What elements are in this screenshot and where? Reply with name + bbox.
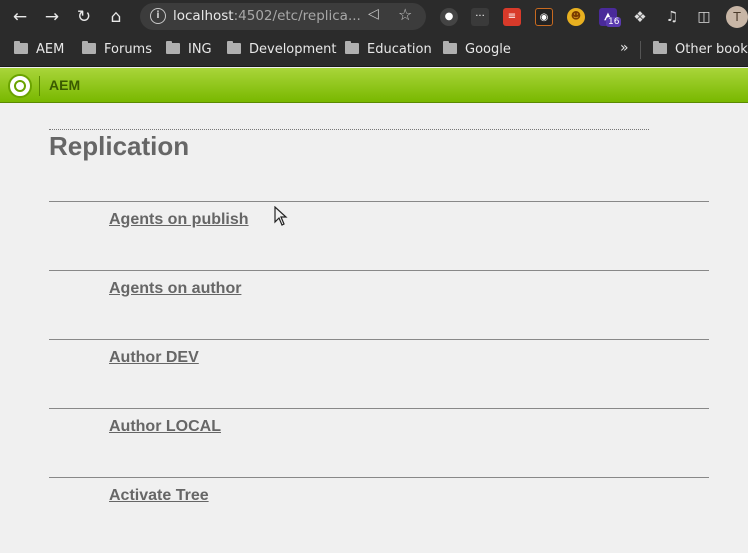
- bookmark-folder-ing[interactable]: ING: [166, 41, 212, 58]
- bookmark-label: ING: [188, 42, 212, 57]
- bookmark-folder-other[interactable]: Other bookm: [653, 41, 748, 58]
- link-activate-tree[interactable]: Activate Tree: [109, 487, 209, 505]
- link-author-dev[interactable]: Author DEV: [109, 349, 199, 367]
- bookmark-label: Other bookm: [675, 42, 748, 57]
- back-arrow-icon[interactable]: ←: [9, 6, 31, 28]
- bookmark-label: Google: [465, 42, 511, 57]
- address-url[interactable]: localhost:4502/etc/replica...: [173, 8, 363, 24]
- extension-emoji-icon[interactable]: ☻: [567, 8, 585, 26]
- bookmark-folder-forums[interactable]: Forums: [82, 41, 152, 58]
- home-icon[interactable]: ⌂: [105, 6, 127, 28]
- mouse-cursor-icon: [274, 206, 288, 226]
- bookmark-folder-development[interactable]: Development: [227, 41, 337, 58]
- bookmarks-bar: AEM Forums ING Development Education Goo…: [0, 33, 748, 67]
- bookmark-label: AEM: [36, 42, 65, 57]
- profile-avatar[interactable]: T: [726, 6, 748, 28]
- bookmarks-overflow-icon[interactable]: »: [620, 40, 629, 56]
- bookmark-star-icon[interactable]: ☆: [398, 5, 412, 24]
- address-bar[interactable]: i localhost:4502/etc/replica... ◁ ☆: [140, 3, 426, 30]
- site-info-icon[interactable]: i: [150, 8, 166, 24]
- bookmark-folder-aem[interactable]: AEM: [14, 41, 65, 58]
- extension-record-icon[interactable]: ●: [440, 8, 458, 26]
- link-author-local[interactable]: Author LOCAL: [109, 418, 221, 436]
- bookmark-label: Development: [249, 42, 337, 57]
- row-divider: [49, 477, 709, 478]
- row-divider: [49, 270, 709, 271]
- header-divider: [39, 76, 40, 96]
- browser-toolbar: ← → ↻ ⌂ i localhost:4502/etc/replica... …: [0, 0, 748, 33]
- aem-header-bar: AEM: [0, 68, 748, 103]
- bookmark-label: Forums: [104, 42, 152, 57]
- extension-dots-icon[interactable]: ···: [471, 8, 489, 26]
- reload-icon[interactable]: ↻: [73, 6, 95, 28]
- bookmarks-separator: [640, 41, 641, 59]
- side-panel-icon[interactable]: ◫: [695, 8, 713, 26]
- url-path: :4502/etc/replica...: [233, 8, 361, 24]
- folder-icon: [653, 41, 667, 54]
- title-dotted-rule: [49, 129, 649, 130]
- extension-todoist-icon[interactable]: ≡: [503, 8, 521, 26]
- aem-logo-icon[interactable]: [8, 74, 32, 98]
- folder-icon: [166, 41, 180, 54]
- aem-product-title: AEM: [49, 77, 81, 93]
- forward-arrow-icon[interactable]: →: [41, 6, 63, 28]
- url-host: localhost: [173, 8, 234, 24]
- bookmark-folder-google[interactable]: Google: [443, 41, 511, 58]
- media-control-icon[interactable]: ♫: [663, 8, 681, 26]
- folder-icon: [443, 41, 457, 54]
- extension-badge: 16: [606, 17, 622, 27]
- folder-icon: [14, 41, 28, 54]
- bookmark-folder-education[interactable]: Education: [345, 41, 432, 58]
- extension-circle-icon[interactable]: ◉: [535, 8, 553, 26]
- folder-icon: [345, 41, 359, 54]
- share-icon[interactable]: ◁: [368, 6, 379, 22]
- row-divider: [49, 201, 709, 202]
- folder-icon: [227, 41, 241, 54]
- page-title: Replication: [49, 131, 190, 161]
- link-agents-on-author[interactable]: Agents on author: [109, 280, 241, 298]
- folder-icon: [82, 41, 96, 54]
- bookmark-label: Education: [367, 42, 432, 57]
- link-agents-on-publish[interactable]: Agents on publish: [109, 211, 249, 229]
- extensions-puzzle-icon[interactable]: ❖: [631, 8, 649, 26]
- row-divider: [49, 339, 709, 340]
- row-divider: [49, 408, 709, 409]
